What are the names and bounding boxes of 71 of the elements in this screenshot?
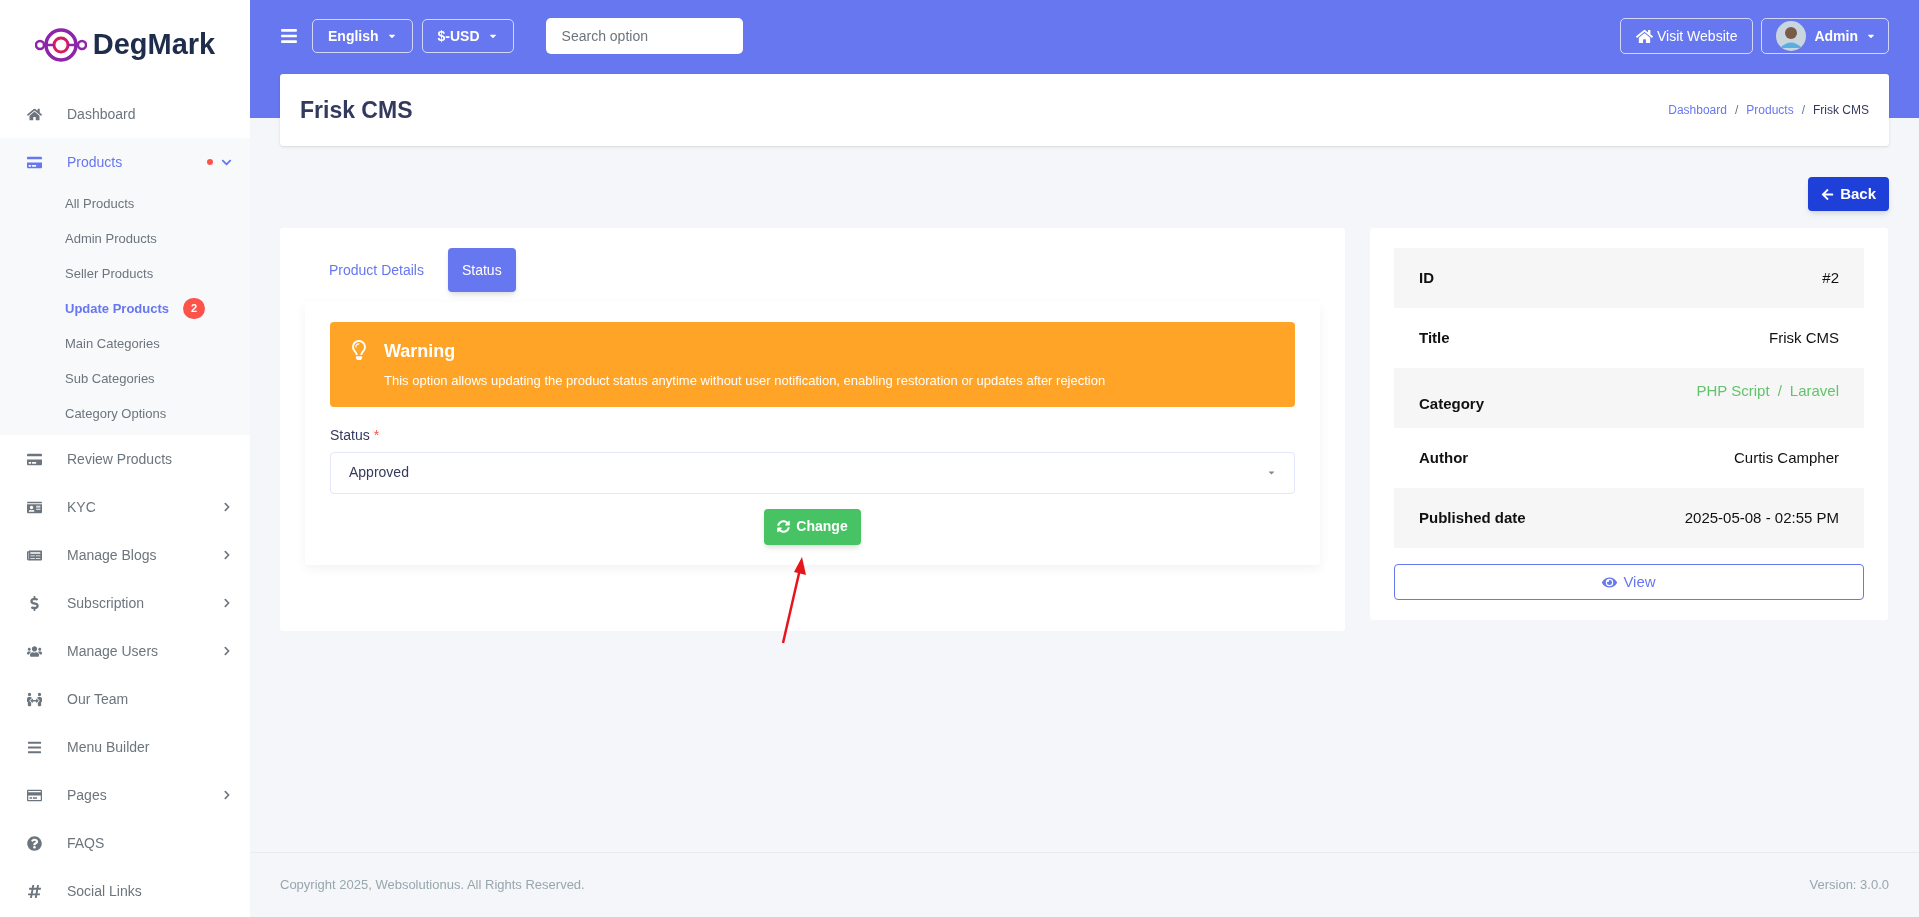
sidebar-item[interactable]: Social Links — [0, 867, 250, 915]
breadcrumb-link[interactable]: Products — [1746, 101, 1794, 119]
sidebar-item[interactable]: Review Products — [0, 435, 250, 483]
language-dropdown[interactable]: English — [312, 19, 413, 53]
id-card-icon — [27, 499, 42, 515]
copyright-text: Copyright 2025, Websolutionus. All Rights Reserved. — [280, 876, 585, 895]
detail-label: ID — [1419, 267, 1434, 288]
sidebar-item[interactable]: Pages — [0, 771, 250, 819]
arrow-left-icon — [1821, 187, 1835, 201]
home-icon — [27, 106, 42, 122]
card-icon — [27, 787, 42, 803]
currency-dropdown[interactable]: $-USD — [421, 19, 514, 53]
sidebar-item[interactable]: Manage Blogs — [0, 531, 250, 579]
detail-label: Category — [1419, 393, 1485, 414]
detail-value: 2025-05-08 - 02:55 PM — [1684, 507, 1839, 528]
submenu-item[interactable]: Sub Categories — [65, 368, 155, 389]
sidebar-item[interactable]: Dashboard — [0, 90, 250, 138]
sidebar-item[interactable]: Our Team — [0, 675, 250, 723]
hashtag-icon — [27, 883, 42, 899]
required-mark: * — [373, 426, 380, 443]
brand-name: DegMark — [92, 27, 216, 63]
status-select[interactable]: Approved — [330, 451, 1295, 494]
view-button[interactable]: View — [1394, 564, 1864, 600]
visit-website-button[interactable]: Visit Website — [1620, 18, 1754, 54]
version-text: Version: 3.0.0 — [1809, 876, 1889, 895]
field-label: Status — [330, 426, 370, 443]
detail-value: Curtis Campher — [1733, 447, 1839, 468]
category-separator: / — [1777, 381, 1782, 401]
lightbulb-icon — [350, 340, 368, 360]
submenu-item[interactable]: All Products — [65, 193, 135, 214]
card-icon — [27, 451, 42, 467]
people-icon — [27, 691, 42, 707]
avatar — [1776, 21, 1807, 51]
logo-icon — [34, 25, 87, 65]
list-icon — [27, 739, 42, 755]
sidebar-item[interactable]: Menu Builder — [0, 723, 250, 771]
refresh-icon — [777, 520, 791, 533]
detail-value: Frisk CMS — [1769, 327, 1839, 348]
detail-label: Title — [1419, 327, 1450, 348]
caret-icon — [1267, 468, 1276, 477]
alert-title: Warning — [384, 340, 457, 363]
submenu-item[interactable]: Main Categories — [65, 333, 160, 354]
breadcrumb-separator: / — [1801, 102, 1805, 119]
users-icon — [27, 643, 42, 659]
breadcrumb-separator: / — [1734, 102, 1739, 119]
tab[interactable]: Product Details — [315, 248, 438, 292]
submenu-item[interactable]: Update Products — [65, 298, 169, 319]
detail-label: Published date — [1419, 507, 1526, 528]
user-dropdown[interactable]: Admin — [1761, 18, 1889, 54]
sidebar-item[interactable]: Products — [0, 138, 250, 186]
card-icon — [27, 154, 42, 170]
menu-icon[interactable] — [280, 27, 298, 45]
tab[interactable]: Status — [447, 248, 516, 292]
sidebar-item[interactable]: KYC — [0, 483, 250, 531]
question-icon — [27, 835, 42, 851]
count-badge: 2 — [183, 298, 206, 319]
detail-label: Author — [1419, 447, 1469, 468]
sidebar-item[interactable]: FAQS — [0, 819, 250, 867]
back-button[interactable]: Back — [1808, 177, 1889, 211]
home-icon — [1636, 27, 1654, 45]
submenu-item[interactable]: Category Options — [65, 403, 167, 424]
page-title: Frisk CMS — [300, 95, 413, 125]
search-field[interactable]: Search option — [545, 18, 743, 54]
sidebar-item[interactable]: Subscription — [0, 579, 250, 627]
breadcrumb-current: Frisk CMS — [1813, 102, 1869, 119]
breadcrumb-link[interactable]: Dashboard — [1668, 101, 1727, 119]
submenu-item[interactable]: Admin Products — [65, 228, 157, 249]
submenu-item[interactable]: Seller Products — [65, 263, 154, 284]
alert-text: This option allows updating the product status anytime without user notification, enabling restoration or updates after rejection — [384, 372, 1106, 390]
detail-value: #2 — [1822, 267, 1839, 288]
sidebar-item[interactable]: Manage Users — [0, 627, 250, 675]
